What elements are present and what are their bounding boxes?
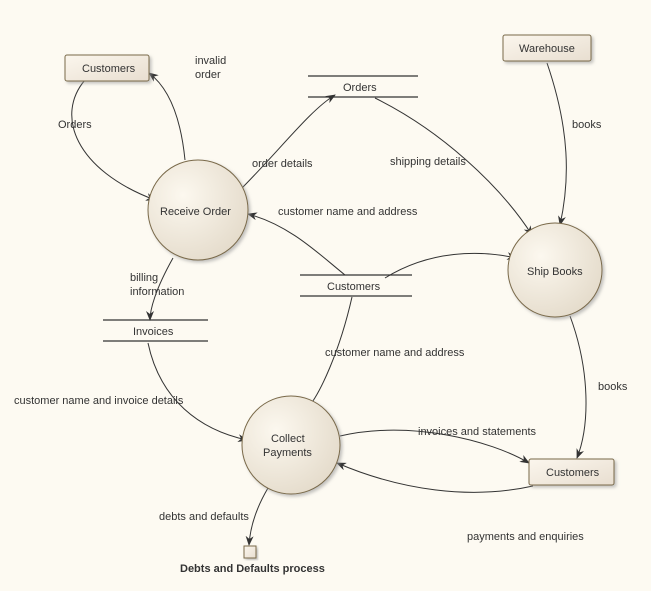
label-cust-name-invoice: customer name and invoice details — [14, 395, 184, 407]
svg-text:Customers: Customers — [82, 63, 136, 75]
edge-customers-to-collect-pay — [337, 463, 533, 492]
edge-invoices-to-collect — [148, 343, 247, 440]
edge-customers-to-receive-orders — [72, 80, 155, 200]
svg-text:Receive Order: Receive Order — [160, 206, 231, 218]
entity-customers-top: Customers — [65, 55, 149, 81]
process-ship-books: Ship Books — [508, 223, 602, 317]
entity-customers-right: Customers — [529, 459, 614, 485]
svg-text:Debts and Defaults process: Debts and Defaults process — [180, 563, 325, 575]
label-cust-name-addr-top: customer name and address — [278, 206, 418, 218]
label-billing-l2: information — [130, 286, 184, 298]
dfd-diagram: Orders invalid order order details shipp… — [0, 0, 651, 591]
process-collect-payments: Collect Payments — [242, 396, 340, 494]
edge-receive-to-orders-store — [240, 95, 335, 190]
label-invalid-order-l1: invalid — [195, 55, 226, 67]
label-billing-l1: billing — [130, 272, 158, 284]
svg-text:Customers: Customers — [327, 281, 381, 293]
edge-warehouse-to-ship — [547, 63, 566, 225]
svg-text:Warehouse: Warehouse — [519, 43, 575, 55]
label-payments-enquiries: payments and enquiries — [467, 531, 584, 543]
svg-text:Collect: Collect — [271, 433, 305, 445]
label-cust-name-addr-mid: customer name and address — [325, 347, 465, 359]
svg-text:Customers: Customers — [546, 467, 600, 479]
edge-ship-to-customers — [570, 316, 586, 458]
label-invoices-statements: invoices and statements — [418, 426, 537, 438]
entity-warehouse: Warehouse — [503, 35, 591, 61]
label-invalid-order-l2: order — [195, 69, 221, 81]
label-order-details: order details — [252, 158, 313, 170]
label-debts-defaults: debts and defaults — [159, 511, 249, 523]
svg-text:Payments: Payments — [263, 447, 312, 459]
process-receive-order: Receive Order — [148, 160, 248, 260]
label-books-right: books — [598, 381, 628, 393]
svg-text:Invoices: Invoices — [133, 326, 174, 338]
process-debts-defaults: Debts and Defaults process — [180, 546, 325, 575]
edge-customers-store-to-receive — [248, 214, 345, 275]
label-orders: Orders — [58, 119, 92, 131]
label-books-top: books — [572, 119, 602, 131]
label-shipping-details: shipping details — [390, 156, 466, 168]
edge-customers-store-to-ship — [385, 253, 516, 278]
edge-receive-to-customers-invalid — [149, 73, 185, 160]
store-orders: Orders — [308, 76, 418, 97]
svg-text:Ship Books: Ship Books — [527, 266, 583, 278]
edge-collect-to-debts — [249, 488, 268, 545]
svg-text:Orders: Orders — [343, 82, 377, 94]
store-invoices: Invoices — [103, 320, 208, 341]
store-customers: Customers — [300, 275, 412, 296]
